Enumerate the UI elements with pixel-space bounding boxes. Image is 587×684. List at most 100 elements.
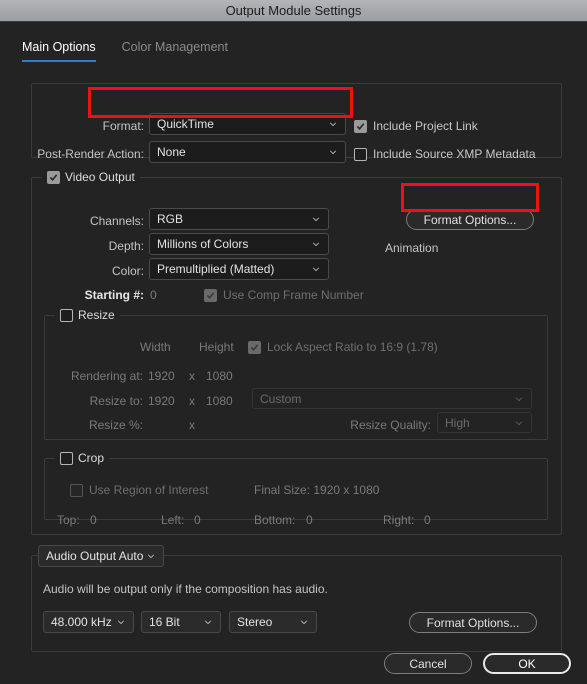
audio-channels-dropdown[interactable]: Stereo [229,611,317,633]
rendering-at-label: Rendering at: [70,369,143,383]
format-label: Format: [102,119,144,133]
chevron-down-icon [329,150,337,155]
post-render-action-value: None [157,145,186,159]
resize-title[interactable]: Resize [55,308,120,322]
resize-percent-x-separator: x [189,418,195,432]
include-xmp-row[interactable]: Include Source XMP Metadata [354,147,536,161]
resize-quality-value: High [445,415,470,430]
crop-right-label: Right: [383,513,415,527]
audio-sample-rate-dropdown[interactable]: 48.000 kHz [43,611,134,633]
chevron-down-icon [300,620,308,625]
audio-format-options-button[interactable]: Format Options... [409,612,537,633]
audio-output-group: Audio Output Auto [31,545,562,652]
audio-note: Audio will be output only if the composi… [43,582,328,596]
rendering-x-separator: x [189,369,195,383]
include-project-link-checkbox[interactable] [354,119,367,133]
chevron-down-icon [515,420,523,425]
depth-value: Millions of Colors [157,237,249,251]
video-format-options-button[interactable]: Format Options... [406,209,534,230]
resize-to-height-value[interactable]: 1080 [206,394,233,408]
crop-left-value: 0 [194,513,201,527]
use-region-of-interest-checkbox [70,483,83,497]
window-title: Output Module Settings [225,3,362,18]
use-region-of-interest-row: Use Region of Interest [70,483,208,497]
include-xmp-checkbox[interactable] [354,147,367,161]
color-label: Color: [111,264,144,278]
resize-to-x-separator: x [189,394,195,408]
chevron-down-icon [312,217,320,222]
resize-label: Resize [78,308,115,322]
video-output-title[interactable]: Video Output [42,170,140,184]
crop-top-value: 0 [90,513,97,527]
lock-aspect-ratio-label: Lock Aspect Ratio to 16:9 (1.78) [267,340,438,354]
resize-checkbox[interactable] [60,308,73,322]
tab-bar: Main Options Color Management [22,40,228,62]
chevron-down-icon [312,267,320,272]
chevron-down-icon [147,554,155,559]
audio-bit-depth-dropdown[interactable]: 16 Bit [141,611,221,633]
crop-bottom-value: 0 [306,513,313,527]
codec-name: Animation [385,241,439,255]
use-comp-frame-number-row: Use Comp Frame Number [204,288,364,302]
crop-checkbox[interactable] [60,451,73,465]
audio-output-dropdown[interactable]: Audio Output Auto [38,545,164,567]
chevron-down-icon [117,620,125,625]
resize-percent-label: Resize %: [88,418,143,432]
channels-value: RGB [157,212,184,226]
depth-label: Depth: [108,239,144,253]
audio-output-value: Audio Output Auto [46,549,144,563]
lock-aspect-ratio-checkbox [248,340,261,354]
audio-bit-depth-value: 16 Bit [149,615,180,629]
use-comp-frame-number-label: Use Comp Frame Number [223,288,364,302]
rendering-height-value: 1080 [206,369,233,383]
tab-main-options[interactable]: Main Options [22,40,96,62]
channels-dropdown[interactable]: RGB [149,208,329,230]
chevron-down-icon [515,396,523,401]
resize-height-header: Height [199,340,234,354]
depth-dropdown[interactable]: Millions of Colors [149,233,329,255]
color-value: Premultiplied (Matted) [157,262,275,276]
resize-quality-label: Resize Quality: [350,418,431,432]
post-render-action-dropdown[interactable]: None [149,141,346,163]
format-dropdown-value: QuickTime [157,117,214,131]
final-size-text: Final Size: 1920 x 1080 [254,483,380,497]
crop-left-label: Left: [161,513,185,527]
output-module-settings-dialog: Main Options Color Management Format: Qu… [0,22,587,684]
use-comp-frame-number-checkbox [204,288,217,302]
starting-number-value[interactable]: 0 [150,288,157,302]
crop-top-label: Top: [57,513,80,527]
include-project-link-label: Include Project Link [373,119,478,133]
use-region-of-interest-label: Use Region of Interest [89,483,209,497]
chevron-down-icon [312,242,320,247]
resize-preset-value: Custom [260,391,302,406]
crop-right-value: 0 [424,513,431,527]
video-output-checkbox[interactable] [47,170,60,184]
post-render-action-label: Post-Render Action: [37,147,144,161]
resize-preset-dropdown: Custom [252,388,532,409]
color-dropdown[interactable]: Premultiplied (Matted) [149,258,329,280]
audio-sample-rate-value: 48.000 kHz [51,615,112,629]
chevron-down-icon [329,122,337,127]
audio-output-title-wrap: Audio Output Auto [38,545,164,567]
chevron-down-icon [204,620,212,625]
include-xmp-label: Include Source XMP Metadata [373,147,536,161]
resize-quality-dropdown: High [437,412,532,433]
audio-channels-value: Stereo [237,615,273,629]
video-output-label: Video Output [65,170,135,184]
include-project-link-row[interactable]: Include Project Link [354,119,478,133]
starting-number-label: Starting #: [84,288,144,302]
format-dropdown[interactable]: QuickTime [149,113,346,135]
rendering-width-value: 1920 [148,369,175,383]
resize-to-width-value[interactable]: 1920 [148,394,175,408]
resize-to-label: Resize to: [89,394,143,408]
crop-bottom-label: Bottom: [254,513,296,527]
channels-label: Channels: [89,214,144,228]
lock-aspect-ratio-row: Lock Aspect Ratio to 16:9 (1.78) [248,340,438,354]
resize-width-header: Width [140,340,171,354]
cancel-button[interactable]: Cancel [384,653,472,674]
window-title-bar: Output Module Settings [0,0,587,22]
tab-color-management[interactable]: Color Management [122,40,228,62]
crop-label: Crop [78,451,105,465]
ok-button[interactable]: OK [483,653,571,674]
crop-title[interactable]: Crop [55,451,110,465]
